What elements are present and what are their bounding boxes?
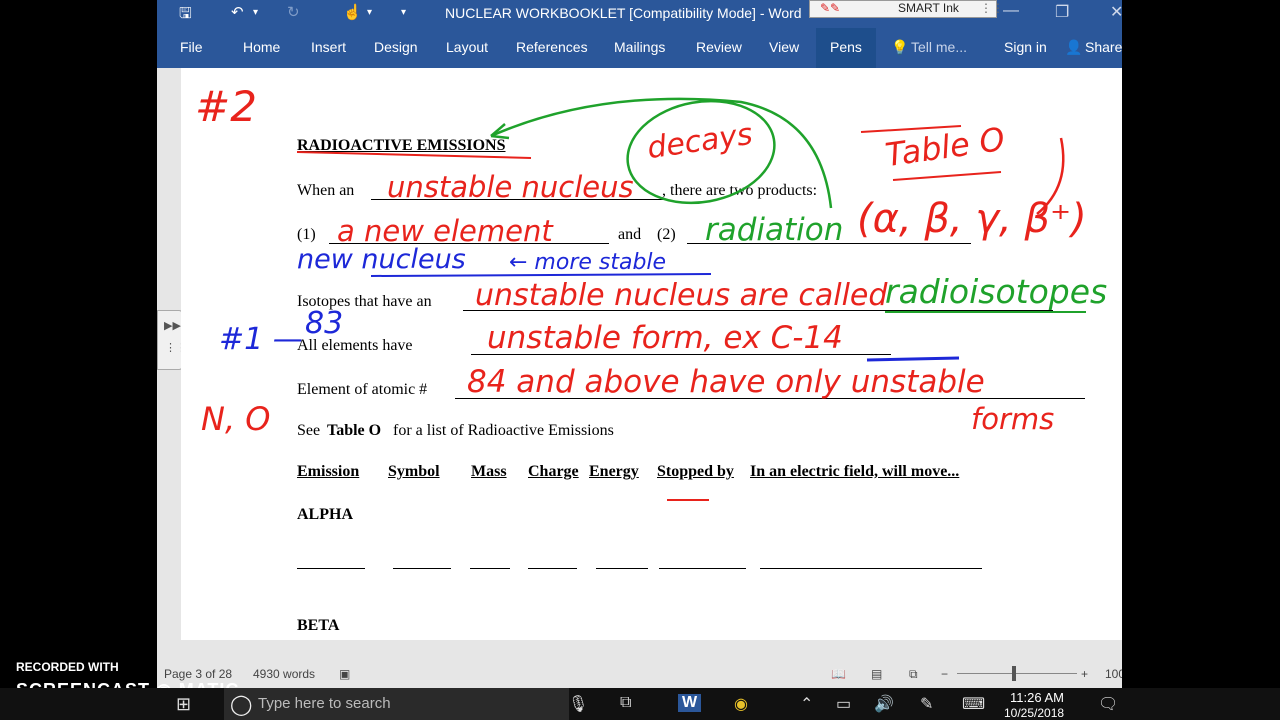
keyboard-icon[interactable]: ⌨ xyxy=(962,694,985,714)
search-placeholder: Type here to search xyxy=(258,695,391,712)
hw-unstable-nucleus: unstable nucleus xyxy=(387,170,634,204)
sign-in-link[interactable]: Sign in xyxy=(1004,39,1047,55)
redo-icon[interactable]: ↻ xyxy=(287,3,300,21)
document-page[interactable]: RADIOACTIVE EMISSIONS When an , there ar… xyxy=(181,68,1122,640)
minimize-icon[interactable]: — xyxy=(1003,2,1019,20)
hw-n-o: N, O xyxy=(201,400,271,438)
tab-view[interactable]: View xyxy=(769,39,799,55)
page-count[interactable]: Page 3 of 28 xyxy=(164,667,232,681)
c14-underline xyxy=(866,356,960,362)
task-view-icon[interactable]: ⧉ xyxy=(620,694,631,712)
tab-mailings[interactable]: Mailings xyxy=(614,39,665,55)
hw-more-stable: ← more stable xyxy=(509,250,667,275)
cortana-icon: ◯ xyxy=(230,694,253,716)
zoom-level[interactable]: 100 xyxy=(1105,667,1122,681)
tab-pens[interactable]: Pens xyxy=(816,28,876,68)
hw-new-nucleus: new nucleus xyxy=(297,244,466,275)
heading-underline-red xyxy=(296,151,532,159)
hw-83: 83 xyxy=(305,306,344,341)
hw-number-1: #1 — xyxy=(219,322,303,357)
taskbar-date[interactable]: 10/25/2018 xyxy=(1004,706,1064,720)
volume-icon[interactable]: 🔊 xyxy=(874,694,894,714)
watermark-line1: RECORDED WITH xyxy=(16,660,119,674)
zoom-slider-thumb[interactable] xyxy=(1012,666,1016,681)
share-icon[interactable]: 👤 xyxy=(1065,39,1082,56)
tab-file[interactable]: File xyxy=(180,39,203,55)
tell-me-box[interactable]: Tell me... xyxy=(911,39,967,55)
taskbar: ⊞ ◯ Type here to search 🎙 ⧉ W ◉ ⌃ ▭ 🔊 ✎ … xyxy=(0,688,1280,720)
network-icon[interactable]: ▭ xyxy=(836,694,851,714)
print-layout-icon[interactable]: ▤ xyxy=(871,667,882,681)
lightbulb-icon: 💡 xyxy=(891,39,909,55)
touch-mode-icon[interactable]: ☝ xyxy=(343,3,362,21)
microphone-icon[interactable]: 🎙 xyxy=(568,694,588,714)
hw-number-2: #2 xyxy=(195,82,257,131)
restore-icon[interactable]: ❐ xyxy=(1055,2,1069,22)
read-mode-icon[interactable]: 📖 xyxy=(831,667,846,681)
undo-icon[interactable]: ↶ xyxy=(231,3,244,21)
pen-workspace-icon[interactable]: ✎ xyxy=(920,694,933,714)
zoom-out-icon[interactable]: − xyxy=(941,667,948,681)
smart-ink-label: SMART Ink xyxy=(898,1,959,15)
share-button[interactable]: Share xyxy=(1085,39,1122,55)
tab-insert[interactable]: Insert xyxy=(311,39,346,55)
smart-ink-toolbar[interactable]: ✎✎ SMART Ink ⋮⋮ xyxy=(809,0,1004,18)
proofing-icon[interactable]: ▣ xyxy=(339,667,350,681)
status-bar: Page 3 of 28 4930 words ▣ 📖 ▤ ⧉ − + 100 xyxy=(157,660,1122,688)
customize-qat-icon[interactable]: ▾ xyxy=(401,7,406,18)
hw-forms: forms xyxy=(971,402,1055,436)
tab-home[interactable]: Home xyxy=(243,39,280,55)
hw-new-element: a new element xyxy=(337,214,553,248)
web-layout-icon[interactable]: ⧉ xyxy=(909,667,918,682)
tab-design[interactable]: Design xyxy=(374,39,418,55)
pen-tools-icon[interactable]: ✎✎ xyxy=(820,1,840,15)
zoom-slider-track[interactable] xyxy=(957,673,1077,674)
tab-references[interactable]: References xyxy=(516,39,588,55)
hw-radiation: radiation xyxy=(705,212,844,248)
save-icon[interactable]: 🖫 xyxy=(179,3,192,28)
notifications-icon[interactable]: 🗨 xyxy=(1098,694,1118,714)
hw-84-above: 84 and above have only unstable xyxy=(467,364,985,400)
window-title: NUCLEAR WORKBOOKLET [Compatibility Mode]… xyxy=(445,5,802,21)
chevron-up-icon[interactable]: ⌃ xyxy=(800,694,813,714)
taskbar-search[interactable]: ◯ Type here to search 🎙 xyxy=(224,688,588,720)
table-o-underline xyxy=(892,171,1002,181)
title-bar: 🖫 ↶ ▾ ↻ ☝ ▾ ▾ NUCLEAR WORKBOOKLET [Compa… xyxy=(157,0,1122,26)
chrome-icon[interactable]: ◉ xyxy=(734,694,748,714)
hw-particles: (α, β, γ, β⁺) xyxy=(857,196,1087,242)
hw-unstable-called: unstable nucleus are called xyxy=(475,278,888,313)
undo-dropdown-icon[interactable]: ▾ xyxy=(253,7,258,18)
close-icon[interactable]: ✕ xyxy=(1110,2,1122,22)
hw-radioisotopes: radioisotopes xyxy=(885,272,1108,311)
tab-review[interactable]: Review xyxy=(696,39,742,55)
side-panel-handle[interactable]: ▶▶ ⋮⋮ xyxy=(157,310,187,370)
tab-layout[interactable]: Layout xyxy=(446,39,488,55)
expand-icon: ▶▶ xyxy=(164,320,181,332)
word-count[interactable]: 4930 words xyxy=(253,667,315,681)
word-app-icon[interactable]: W xyxy=(678,694,702,712)
word-window: 🖫 ↶ ▾ ↻ ☝ ▾ ▾ NUCLEAR WORKBOOKLET [Compa… xyxy=(157,0,1122,688)
windows-start-icon[interactable]: ⊞ xyxy=(176,694,191,715)
hw-unstable-form: unstable form, ex C-14 xyxy=(487,320,843,356)
zoom-in-icon[interactable]: + xyxy=(1081,667,1088,681)
touch-dropdown-icon[interactable]: ▾ xyxy=(367,7,372,18)
grip-icon[interactable]: ⋮⋮ xyxy=(980,1,1004,15)
taskbar-time[interactable]: 11:26 AM xyxy=(1010,690,1064,705)
